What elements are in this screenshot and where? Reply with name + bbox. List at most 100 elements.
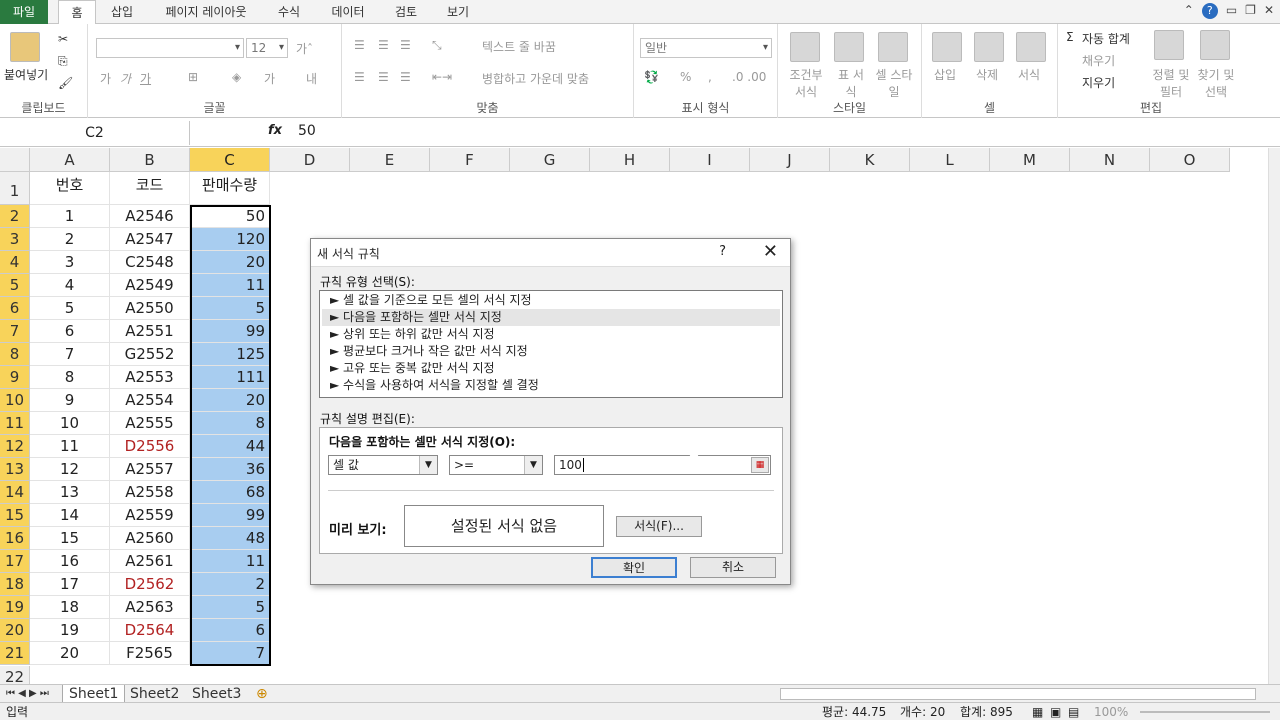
align-bottom-icon[interactable]: ☰	[400, 38, 411, 52]
row-header[interactable]: 2	[0, 205, 30, 228]
row-header[interactable]: 14	[0, 481, 30, 504]
tab-formulas[interactable]: 수식	[268, 0, 310, 24]
row-header[interactable]: 17	[0, 550, 30, 573]
column-header-e[interactable]: E	[350, 148, 430, 172]
cell-code[interactable]: D2564	[110, 619, 190, 642]
cell-code[interactable]: A2557	[110, 458, 190, 481]
rule-type-list[interactable]: ► 셀 값을 기준으로 모든 셀의 서식 지정 ► 다음을 포함하는 셀만 서식 …	[319, 290, 783, 398]
sheet-nav-icons[interactable]: ⏮ ◀ ▶ ⏭	[0, 685, 55, 703]
column-header-o[interactable]: O	[1150, 148, 1230, 172]
find-select-icon[interactable]	[1200, 30, 1230, 60]
help-icon[interactable]: ?	[1201, 3, 1218, 19]
align-middle-icon[interactable]: ☰	[378, 38, 389, 52]
zoom-slider[interactable]	[1140, 711, 1270, 713]
row-header-1[interactable]: 1	[0, 172, 30, 205]
cell-number[interactable]: 10	[30, 412, 110, 435]
cell-code[interactable]: A2546	[110, 205, 190, 228]
cell-number[interactable]: 2	[30, 228, 110, 251]
cut-icon[interactable]: ✂	[58, 32, 68, 46]
cell-quantity[interactable]: 99	[190, 320, 270, 343]
cell-number[interactable]: 6	[30, 320, 110, 343]
column-header-i[interactable]: I	[670, 148, 750, 172]
table-format-icon[interactable]	[834, 32, 864, 62]
sheet-tab-1[interactable]: Sheet1	[62, 685, 126, 703]
paste-icon[interactable]	[10, 32, 40, 62]
decimal-icon[interactable]: .0 .00	[732, 70, 766, 84]
cell-number[interactable]: 9	[30, 389, 110, 412]
fill-color-icon[interactable]: ◈	[232, 70, 241, 84]
row-header[interactable]: 12	[0, 435, 30, 458]
cell-styles-icon[interactable]	[878, 32, 908, 62]
cell-quantity[interactable]: 120	[190, 228, 270, 251]
new-sheet-icon[interactable]: ⊕	[250, 685, 274, 703]
fx-icon[interactable]: fx	[268, 123, 282, 138]
sort-filter-button[interactable]: 정렬 및 필터	[1150, 66, 1192, 100]
format-painter-icon[interactable]: 🖌	[58, 76, 73, 90]
column-header-j[interactable]: J	[750, 148, 830, 172]
cell-code[interactable]: F2565	[110, 642, 190, 665]
cell-code[interactable]: A2550	[110, 297, 190, 320]
cell-number[interactable]: 16	[30, 550, 110, 573]
column-header-l[interactable]: L	[910, 148, 990, 172]
cell-number[interactable]: 20	[30, 642, 110, 665]
row-header[interactable]: 18	[0, 573, 30, 596]
column-header-h[interactable]: H	[590, 148, 670, 172]
cell-quantity[interactable]: 125	[190, 343, 270, 366]
tab-data[interactable]: 데이터	[322, 0, 374, 24]
cell-number[interactable]: 1	[30, 205, 110, 228]
table-format-button[interactable]: 표 서식	[834, 66, 868, 100]
cell-quantity[interactable]: 7	[190, 642, 270, 665]
cell-code[interactable]: A2559	[110, 504, 190, 527]
cell-quantity[interactable]: 6	[190, 619, 270, 642]
column-header-a[interactable]: A	[30, 148, 110, 172]
conditional-format-button[interactable]: 조건부 서식	[784, 66, 828, 100]
column-header-d[interactable]: D	[270, 148, 350, 172]
minimize-icon[interactable]: ▭	[1226, 3, 1237, 19]
autosum-button[interactable]: 자동 합계	[1082, 30, 1130, 47]
row-header[interactable]: 8	[0, 343, 30, 366]
grow-font-icon[interactable]: 가ˆ	[296, 40, 313, 57]
cell-number[interactable]: 3	[30, 251, 110, 274]
cell-quantity[interactable]: 20	[190, 389, 270, 412]
cell-code[interactable]: A2547	[110, 228, 190, 251]
insert-cells-button[interactable]: 삽입	[934, 66, 956, 83]
cell-quantity[interactable]: 48	[190, 527, 270, 550]
cell-quantity[interactable]: 5	[190, 297, 270, 320]
view-normal-icon[interactable]: ▦	[1032, 703, 1043, 721]
sheet-tab-3[interactable]: Sheet3	[186, 685, 247, 703]
operator-dropdown[interactable]: >= ▼	[449, 455, 543, 475]
select-all-corner[interactable]	[0, 148, 30, 172]
cell-number[interactable]: 7	[30, 343, 110, 366]
column-header-f[interactable]: F	[430, 148, 510, 172]
accounting-icon[interactable]: 💱	[644, 70, 659, 84]
align-center-icon[interactable]: ☰	[378, 70, 389, 84]
phonetic-icon[interactable]: 내	[306, 70, 317, 87]
cell-quantity[interactable]: 11	[190, 550, 270, 573]
comma-icon[interactable]: ,	[708, 70, 712, 84]
column-header-c[interactable]: C	[190, 148, 270, 172]
row-header[interactable]: 19	[0, 596, 30, 619]
column-header-n[interactable]: N	[1070, 148, 1150, 172]
collapse-ribbon-icon[interactable]: ⌃	[1184, 3, 1194, 19]
value-input[interactable]: 100 ▦	[554, 455, 771, 475]
font-color-icon[interactable]: 가	[264, 70, 275, 87]
ok-button[interactable]: 확인	[591, 557, 677, 578]
column-header-m[interactable]: M	[990, 148, 1070, 172]
italic-icon[interactable]: 가	[120, 70, 131, 87]
cell-quantity[interactable]: 5	[190, 596, 270, 619]
cell-quantity[interactable]: 36	[190, 458, 270, 481]
cell-code[interactable]: A2563	[110, 596, 190, 619]
cell-quantity[interactable]: 44	[190, 435, 270, 458]
row-header[interactable]: 13	[0, 458, 30, 481]
clear-button[interactable]: 지우기	[1082, 74, 1115, 91]
tab-file[interactable]: 파일	[0, 0, 48, 24]
cell-code[interactable]: G2552	[110, 343, 190, 366]
cell-b1[interactable]: 코드	[110, 172, 190, 205]
border-icon[interactable]: ⊞	[188, 70, 198, 84]
restore-icon[interactable]: ❐	[1245, 3, 1256, 19]
column-header-g[interactable]: G	[510, 148, 590, 172]
cell-quantity[interactable]: 20	[190, 251, 270, 274]
cell-number[interactable]: 11	[30, 435, 110, 458]
rule-type-item[interactable]: ► 다음을 포함하는 셀만 서식 지정	[322, 309, 780, 326]
row-header[interactable]: 20	[0, 619, 30, 642]
